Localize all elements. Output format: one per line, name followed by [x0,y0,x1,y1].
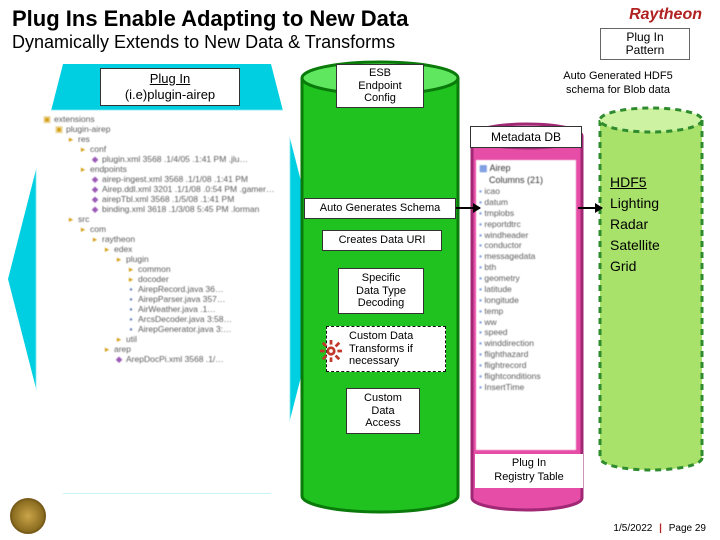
pattern-box: Plug In Pattern [600,28,690,60]
col-hd: Airep [490,163,511,173]
tree-item: ArcsDecoder.java 3:58… [138,314,232,324]
tree-item: com [90,224,106,234]
tree-item: ArepDocPi.xml 3568 .1/… [126,354,224,364]
col-item: conductor [479,240,573,251]
specific-l3: Decoding [358,297,404,309]
specific-box: Specific Data Type Decoding [338,268,424,314]
col-item: InsertTime [479,382,573,393]
tree-item: Airep.ddl.xml 3201 .1/1/08 .0:54 PM .gam… [102,184,274,194]
tree-item: util [126,334,137,344]
hdf5-item: Lighting [610,193,696,214]
hdf5-item: Radar [610,214,696,235]
tree-item: AirWeather.java .1… [138,304,216,314]
esb-l1: ESB [369,67,391,79]
tree-item: edex [114,244,132,254]
custom-da-l3: Access [365,417,400,429]
creates-uri-box: Creates Data URI [322,230,442,251]
tree-item: common [138,264,171,274]
auto-hdf5-caption: Auto Generated HDF5 schema for Blob data [538,70,698,98]
hdf5-item: Grid [610,256,696,277]
esb-l3: Config [364,92,396,104]
col-item: latitude [479,284,573,295]
col-item: datum [479,197,573,208]
tree-item: arep [114,344,131,354]
custom-data-access-box: Custom Data Access [346,388,420,434]
col-item: windheader [479,230,573,241]
plugin-reg-l1: Plug In [512,457,546,469]
hdf5-title: HDF5 [610,172,696,193]
column-list: ▦ Airep Columns (21) icao datum tmplobs … [476,160,576,450]
plugin-label-l1: Plug In [150,71,190,86]
col-item: ww [479,317,573,328]
tree-item: plugin.xml 3568 .1/4/05 .1:41 PM .jlu… [102,154,248,164]
custom-da-l1: Custom [364,392,402,404]
tree-item: AirepRecord.java 36… [138,284,224,294]
tree-item: binding.xml 3618 .1/3/08 5:45 PM .lorman [102,204,259,214]
auto-gen-box: Auto Generates Schema [304,198,456,219]
tree-item: res [78,134,90,144]
auto-hdf5-l1: Auto Generated HDF5 [563,70,672,82]
col-item: flightconditions [479,371,573,382]
tree-item: src [78,214,89,224]
custom-tx-l3: necessary [349,355,399,367]
custom-tx-l1: Custom Data [349,330,413,342]
col-item: bth [479,262,573,273]
esb-box: ESB Endpoint Config [336,64,424,108]
file-tree: ▣extensions ▣plugin-airep ▸res ▸conf ◆pl… [36,110,290,494]
plugin-label-box: Plug In (i.e)plugin-airep [100,68,240,106]
col-item: tmplobs [479,208,573,219]
slide-subtitle: Dynamically Extends to New Data & Transf… [12,32,395,53]
brand-logo: Raytheon [629,6,702,24]
col-item: longitude [479,295,573,306]
col-item: icao [479,186,573,197]
plugin-registry-box: Plug In Registry Table [475,454,583,488]
metadata-label: Metadata DB [470,126,582,148]
col-item: flighthazard [479,349,573,360]
auto-hdf5-l2: schema for Blob data [566,84,670,96]
plugin-reg-l2: Registry Table [494,471,564,483]
tree-item: endpoints [90,164,127,174]
pattern-l2: Pattern [601,44,689,57]
specific-l2: Data Type [356,285,406,297]
slide-title: Plug Ins Enable Adapting to New Data [12,6,408,32]
hdf5-item: Satellite [610,235,696,256]
col-item: flightrecord [479,360,573,371]
hdf5-list: HDF5 Lighting Radar Satellite Grid [610,172,696,277]
custom-tx-l2: Transforms if [349,343,413,355]
hdf5-cylinder [596,106,706,472]
footer: 1/5/2022 | Page 29 [613,523,706,534]
tree-item: airep-ingest.xml 3568 .1/1/08 .1:41 PM [102,174,248,184]
plugin-label-l2: (i.e)plugin-airep [125,87,215,102]
col-item: geometry [479,273,573,284]
tree-item: plugin-airep [66,124,110,134]
col-sub: Columns (21) [479,175,573,187]
col-item: messagedata [479,251,573,262]
footer-page: Page 29 [669,523,706,534]
col-item: reportdtrc [479,219,573,230]
custom-da-l2: Data [371,405,394,417]
seal-icon [10,498,46,534]
tree-item: raytheon [102,234,135,244]
tree-item: plugin [126,254,149,264]
arrow-meta-to-hdf5 [578,207,602,209]
footer-date: 1/5/2022 [613,523,652,534]
tree-item: airepTbl.xml 3568 .1/5/08 .1:41 PM [102,194,234,204]
col-item: speed [479,327,573,338]
tree-item: conf [90,144,106,154]
tree-item: extensions [54,114,95,124]
custom-transform-box: Custom Data Transforms if necessary [326,326,446,372]
esb-l2: Endpoint [358,80,401,92]
tree-item: docoder [138,274,169,284]
tree-item: AirepGenerator.java 3:… [138,324,232,334]
gear-icon [320,340,342,362]
col-item: winddirection [479,338,573,349]
tree-item: AirepParser.java 357… [138,294,225,304]
arrow-autogen-to-meta [456,207,480,209]
col-item: temp [479,306,573,317]
specific-l1: Specific [362,272,401,284]
